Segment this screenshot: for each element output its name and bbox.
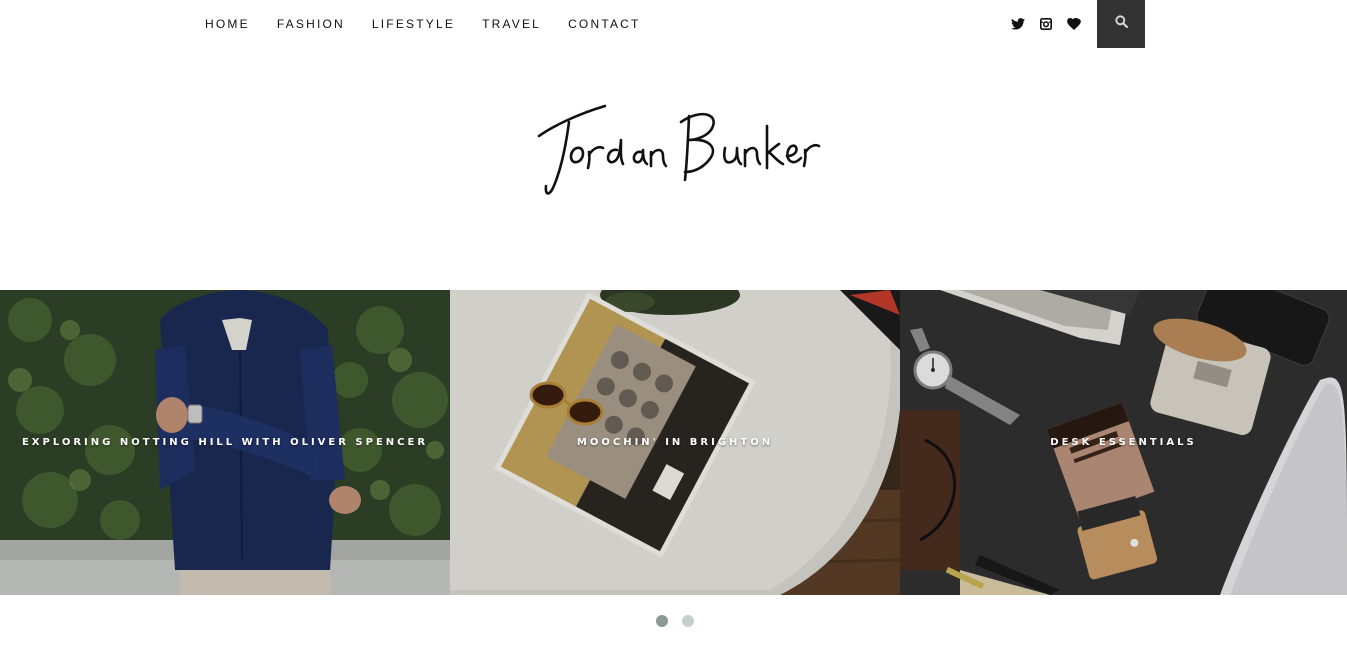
slider-dot-1[interactable] bbox=[656, 615, 668, 627]
instagram-icon[interactable] bbox=[1039, 17, 1053, 31]
slider-dot-2[interactable] bbox=[682, 615, 694, 627]
site-logo[interactable] bbox=[533, 100, 823, 205]
slide-desk-essentials[interactable]: DESK ESSENTIALS bbox=[900, 290, 1347, 595]
slide-brighton[interactable]: MOOCHIN' IN BRIGHTON bbox=[450, 290, 900, 595]
heart-icon[interactable] bbox=[1067, 17, 1081, 31]
nav-item-fashion[interactable]: FASHION bbox=[277, 17, 345, 31]
nav-item-contact[interactable]: CONTACT bbox=[568, 17, 641, 31]
nav-item-lifestyle[interactable]: LIFESTYLE bbox=[372, 17, 455, 31]
twitter-icon[interactable] bbox=[1011, 17, 1025, 31]
slider-pagination bbox=[656, 615, 694, 627]
social-links bbox=[1011, 17, 1081, 31]
search-icon bbox=[1114, 15, 1128, 33]
featured-slider: EXPLORING NOTTING HILL WITH OLIVER SPENC… bbox=[0, 290, 1347, 595]
slide-title[interactable]: DESK ESSENTIALS bbox=[900, 437, 1347, 448]
slide-title[interactable]: MOOCHIN' IN BRIGHTON bbox=[450, 437, 900, 448]
nav-item-home[interactable]: HOME bbox=[205, 17, 250, 31]
slide-notting-hill[interactable]: EXPLORING NOTTING HILL WITH OLIVER SPENC… bbox=[0, 290, 450, 595]
search-button[interactable] bbox=[1097, 0, 1145, 48]
slide-title[interactable]: EXPLORING NOTTING HILL WITH OLIVER SPENC… bbox=[0, 437, 450, 448]
nav-item-travel[interactable]: TRAVEL bbox=[482, 17, 541, 31]
site-logo-signature bbox=[537, 104, 821, 195]
main-nav: HOME FASHION LIFESTYLE TRAVEL CONTACT bbox=[205, 17, 641, 31]
top-bar: HOME FASHION LIFESTYLE TRAVEL CONTACT bbox=[0, 0, 1347, 48]
